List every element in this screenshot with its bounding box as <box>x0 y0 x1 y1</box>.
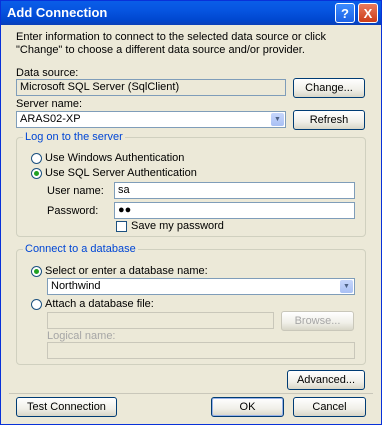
dialog-title: Add Connection <box>7 5 108 20</box>
database-name-combo[interactable]: Northwind ▼ <box>47 278 355 295</box>
browse-button: Browse... <box>281 311 354 331</box>
test-connection-button[interactable]: Test Connection <box>16 397 117 417</box>
server-name-value: ARAS02-XP <box>20 113 81 125</box>
advanced-button[interactable]: Advanced... <box>287 370 365 390</box>
add-connection-dialog: Add Connection ? X Enter information to … <box>0 0 382 425</box>
windows-auth-radio[interactable] <box>31 153 42 164</box>
attach-db-label[interactable]: Attach a database file: <box>45 298 154 310</box>
save-password-checkbox[interactable] <box>116 221 127 232</box>
intro-text: Enter information to connect to the sele… <box>16 31 326 56</box>
chevron-down-icon[interactable]: ▼ <box>340 280 353 293</box>
footer-divider <box>9 393 373 394</box>
data-source-field: Microsoft SQL Server (SqlClient) <box>16 79 286 96</box>
server-name-label: Server name: <box>16 98 83 110</box>
title-bar[interactable]: Add Connection ? X <box>1 1 381 25</box>
logical-name-label: Logical name: <box>47 330 116 342</box>
sql-auth-label[interactable]: Use SQL Server Authentication <box>45 167 197 179</box>
select-db-label[interactable]: Select or enter a database name: <box>45 265 208 277</box>
password-label: Password: <box>47 205 99 217</box>
server-name-combo[interactable]: ARAS02-XP ▼ <box>16 111 286 128</box>
change-button[interactable]: Change... <box>293 78 365 98</box>
password-input[interactable]: ●● <box>114 202 355 219</box>
attach-db-input <box>47 312 274 329</box>
logical-name-input <box>47 342 355 359</box>
sql-auth-radio[interactable] <box>31 168 42 179</box>
data-source-label: Data source: <box>16 67 79 79</box>
database-group-title: Connect to a database <box>23 243 138 255</box>
ok-button[interactable]: OK <box>211 397 284 417</box>
save-password-label[interactable]: Save my password <box>131 220 224 232</box>
attach-db-radio[interactable] <box>31 299 42 310</box>
select-db-radio[interactable] <box>31 266 42 277</box>
refresh-button[interactable]: Refresh <box>293 110 365 130</box>
user-name-input[interactable]: sa <box>114 182 355 199</box>
windows-auth-label[interactable]: Use Windows Authentication <box>45 152 184 164</box>
help-button[interactable]: ? <box>335 3 355 23</box>
chevron-down-icon[interactable]: ▼ <box>271 113 284 126</box>
close-button[interactable]: X <box>358 3 378 23</box>
logon-group-title: Log on to the server <box>23 131 125 143</box>
database-name-value: Northwind <box>51 280 101 292</box>
cancel-button[interactable]: Cancel <box>293 397 366 417</box>
user-name-label: User name: <box>47 185 104 197</box>
